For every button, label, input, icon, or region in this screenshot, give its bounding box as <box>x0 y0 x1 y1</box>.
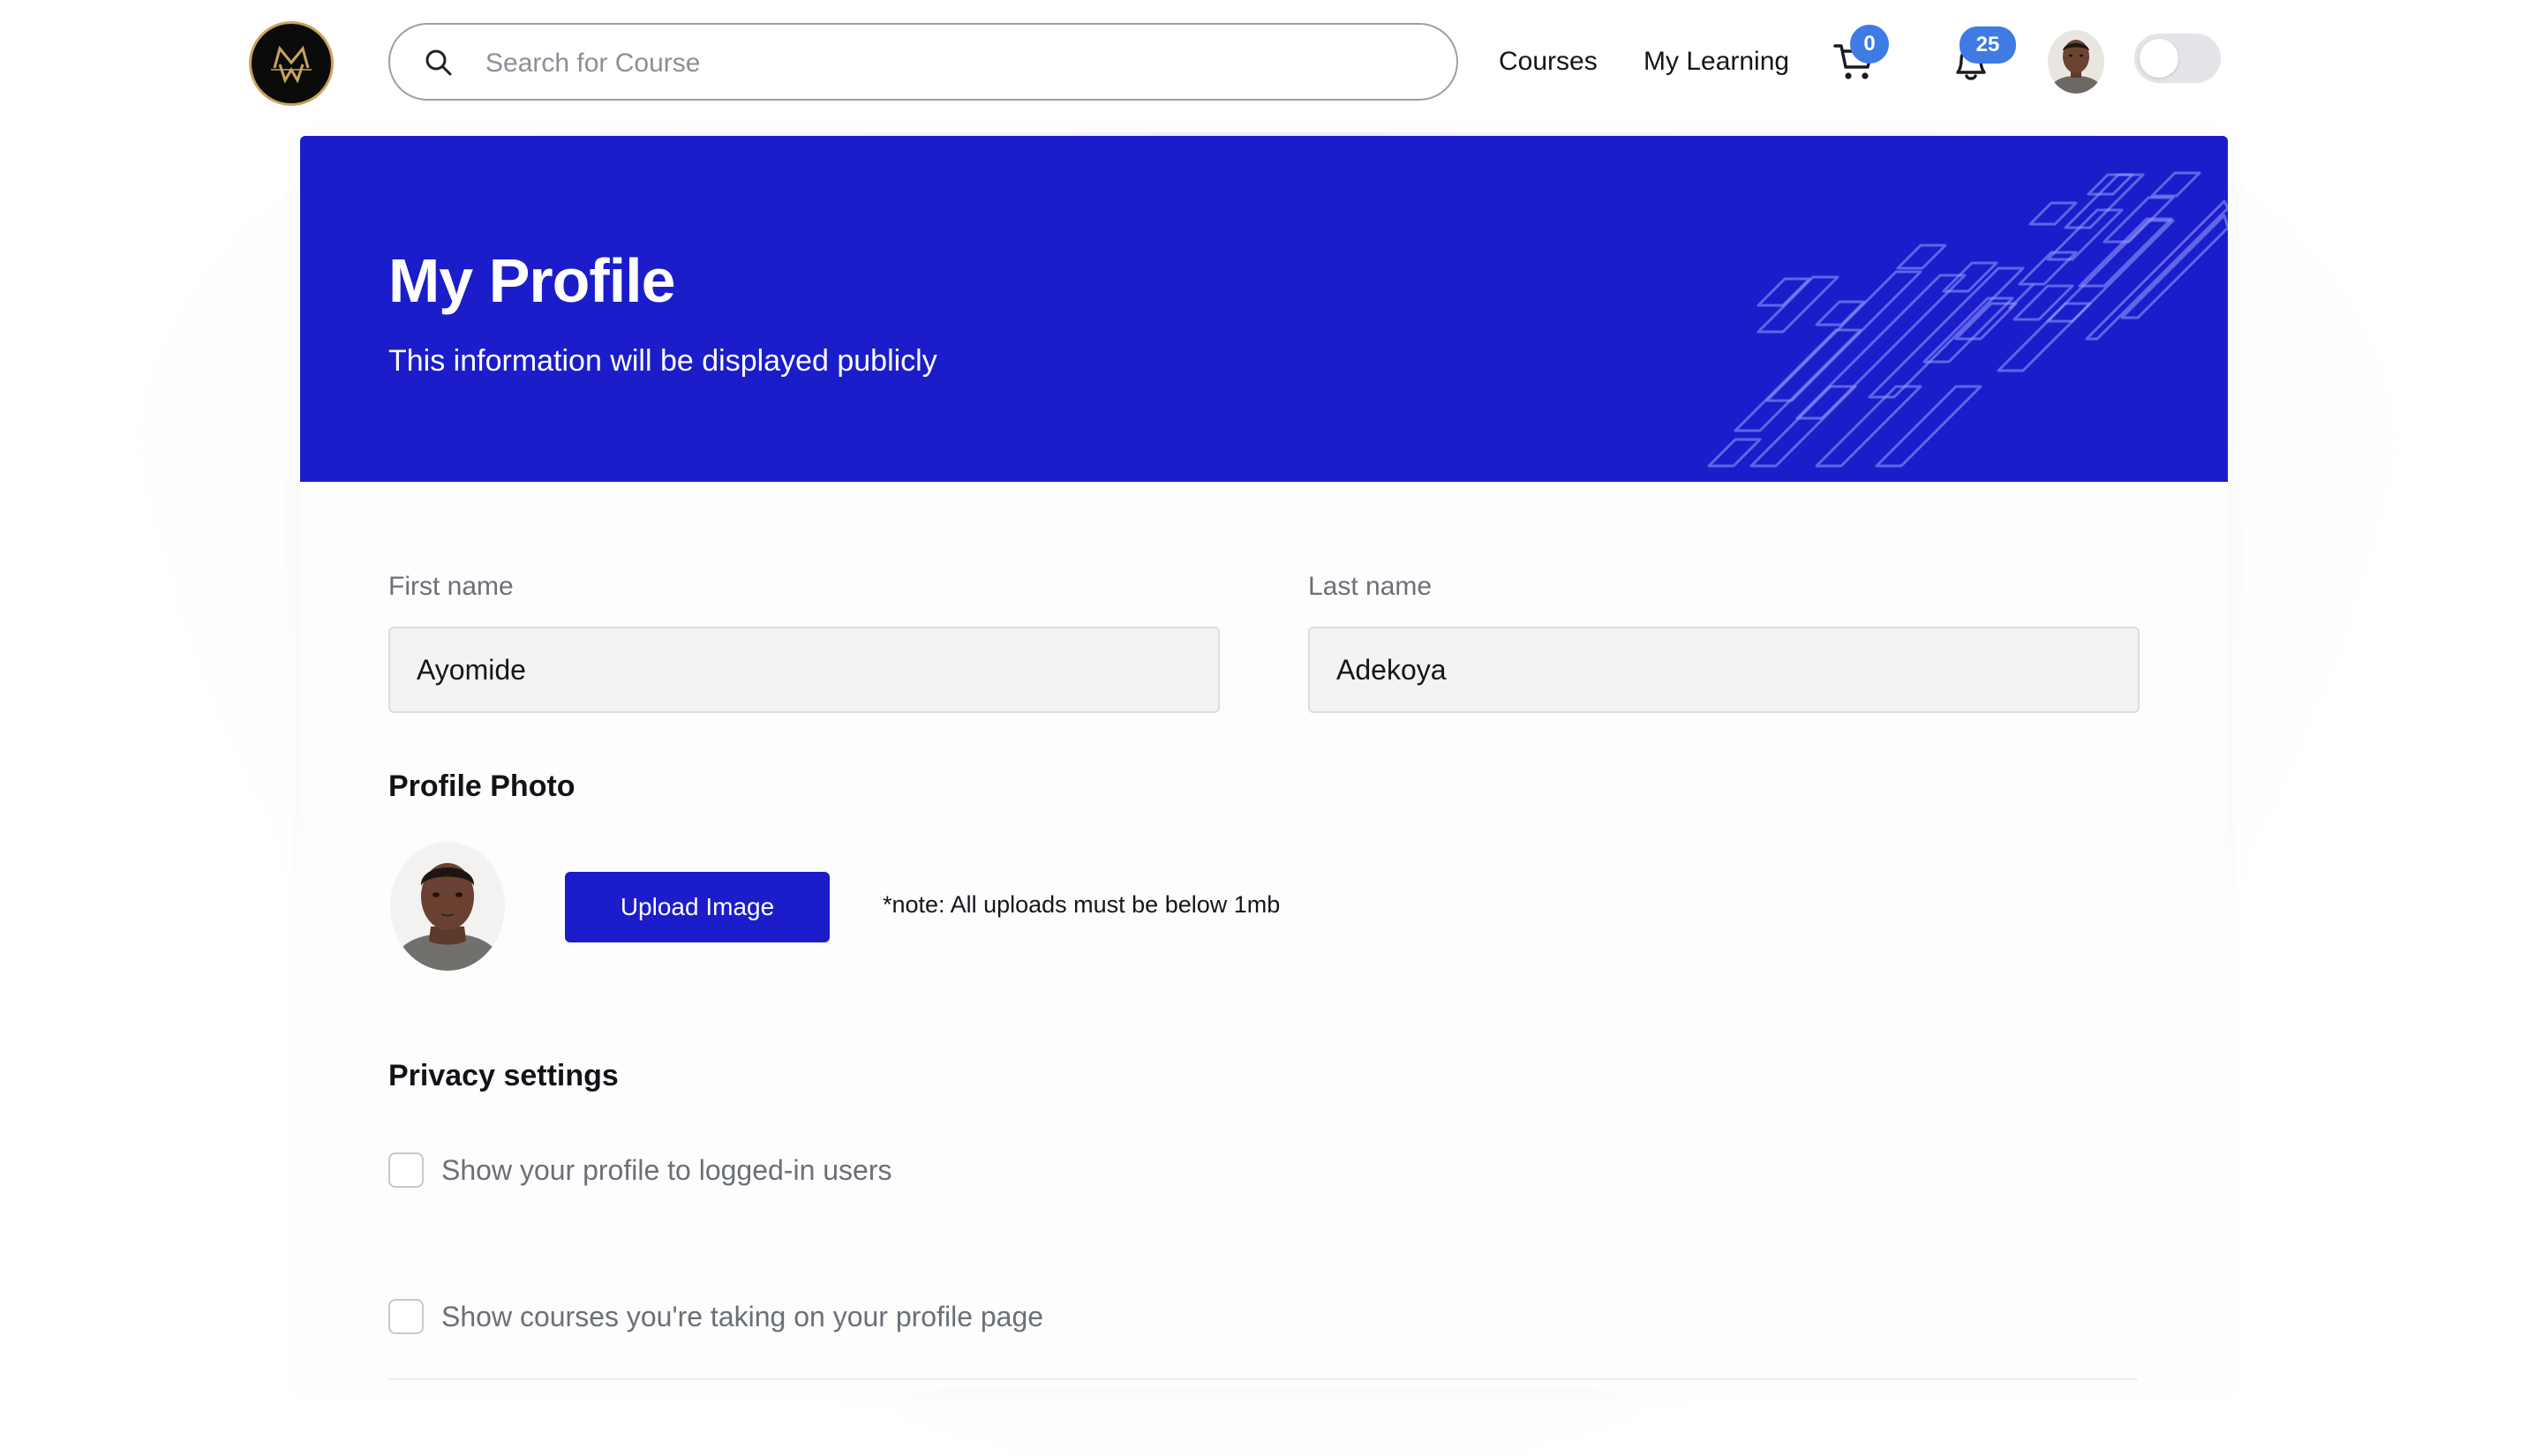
first-name-field[interactable] <box>388 627 1220 713</box>
logo-mark-icon <box>271 45 312 84</box>
brand-logo[interactable] <box>249 21 334 106</box>
user-avatar[interactable] <box>2048 30 2104 94</box>
profile-banner: My Profile This information will be disp… <box>300 136 2228 482</box>
nav-courses[interactable]: Courses <box>1499 46 1598 78</box>
profile-photo-heading: Profile Photo <box>388 769 575 803</box>
upload-note: *note: All uploads must be below 1mb <box>883 891 1281 918</box>
avatar-portrait-icon <box>2048 30 2104 94</box>
show-profile-label: Show your profile to logged-in users <box>441 1153 892 1186</box>
upload-image-button[interactable]: Upload Image <box>565 872 830 942</box>
banner-pattern-icon <box>1707 171 2228 468</box>
search-input[interactable] <box>484 41 1414 86</box>
privacy-option-row[interactable]: Show courses you're taking on your profi… <box>388 1299 1043 1334</box>
profile-portrait-icon <box>390 842 505 971</box>
show-profile-checkbox[interactable] <box>388 1152 424 1188</box>
search-icon <box>425 49 452 76</box>
privacy-option-row[interactable]: Show your profile to logged-in users <box>388 1152 892 1188</box>
cart-count-badge: 0 <box>1850 25 1889 64</box>
privacy-divider <box>388 1378 2138 1380</box>
profile-photo <box>390 842 505 971</box>
page-subtitle: This information will be displayed publi… <box>388 344 937 378</box>
nav-my-learning[interactable]: My Learning <box>1644 46 1789 78</box>
profile-card: My Profile This information will be disp… <box>300 136 2228 1389</box>
last-name-label: Last name <box>1308 572 1433 601</box>
show-courses-checkbox[interactable] <box>388 1299 424 1334</box>
notification-count-badge: 25 <box>1960 26 2016 64</box>
first-name-label: First name <box>388 572 514 601</box>
last-name-field[interactable] <box>1308 627 2140 713</box>
search-bar[interactable] <box>388 23 1458 101</box>
page-title: My Profile <box>388 246 676 315</box>
toggle-knob <box>2140 39 2178 78</box>
show-courses-label: Show courses you're taking on your profi… <box>441 1300 1044 1332</box>
theme-toggle[interactable] <box>2134 34 2221 83</box>
privacy-settings-heading: Privacy settings <box>388 1059 619 1092</box>
